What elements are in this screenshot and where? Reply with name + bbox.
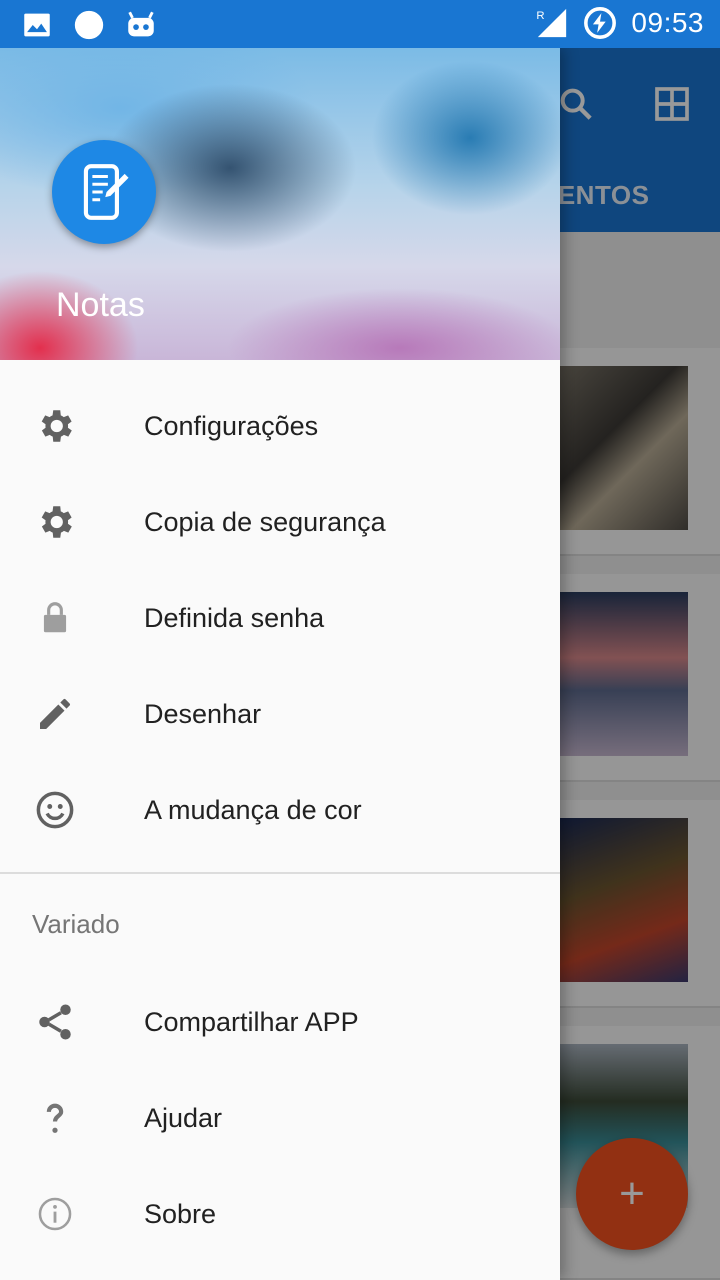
info-icon [34, 1193, 76, 1235]
menu-item-label: Definida senha [144, 602, 325, 633]
svg-text:R: R [537, 10, 545, 22]
gear-icon [34, 501, 76, 543]
drawer-title: Notas [56, 286, 145, 324]
navigation-drawer: Notas Configurações Copia de segurança D… [0, 48, 560, 1280]
drawer-header: Notas [0, 48, 560, 360]
menu-item-mudanca-de-cor[interactable]: A mudança de cor [0, 762, 560, 858]
smiley-icon [34, 789, 76, 831]
secondary-menu: Compartilhar APP Ajudar Sobre [0, 974, 560, 1262]
menu-item-label: A mudança de cor [144, 794, 362, 825]
menu-item-label: Configurações [144, 410, 319, 441]
menu-item-label: Desenhar [144, 698, 262, 729]
share-icon [34, 1001, 76, 1043]
pencil-icon [34, 693, 76, 735]
app-logo [52, 140, 156, 244]
menu-item-definida-senha[interactable]: Definida senha [0, 570, 560, 666]
image-icon [24, 13, 50, 37]
clock: 09:53 [631, 7, 704, 38]
lock-icon [34, 597, 76, 639]
battery-charging-icon [584, 7, 617, 39]
status-bar: R 09:53 [0, 0, 720, 48]
section-title: Variado [32, 908, 120, 939]
menu-item-copia-de-seguranca[interactable]: Copia de segurança [0, 474, 560, 570]
menu-item-desenhar[interactable]: Desenhar [0, 666, 560, 762]
gear-icon [34, 405, 76, 447]
menu-item-ajudar[interactable]: Ajudar [0, 1070, 560, 1166]
menu-item-label: Compartilhar APP [144, 1006, 359, 1037]
menu-item-compartilhar-app[interactable]: Compartilhar APP [0, 974, 560, 1070]
menu-item-label: Copia de segurança [144, 506, 386, 537]
menu-item-sobre[interactable]: Sobre [0, 1166, 560, 1262]
note-edit-icon [83, 164, 129, 220]
signal-roaming-icon: R [537, 8, 567, 38]
android-debug-icon [128, 11, 154, 37]
primary-menu: Configurações Copia de segurança Definid… [0, 360, 560, 858]
menu-item-configuracoes[interactable]: Configurações [0, 378, 560, 474]
circle-icon [74, 10, 104, 40]
menu-item-label: Sobre [144, 1198, 217, 1229]
question-icon [34, 1097, 76, 1139]
menu-item-label: Ajudar [144, 1102, 223, 1133]
